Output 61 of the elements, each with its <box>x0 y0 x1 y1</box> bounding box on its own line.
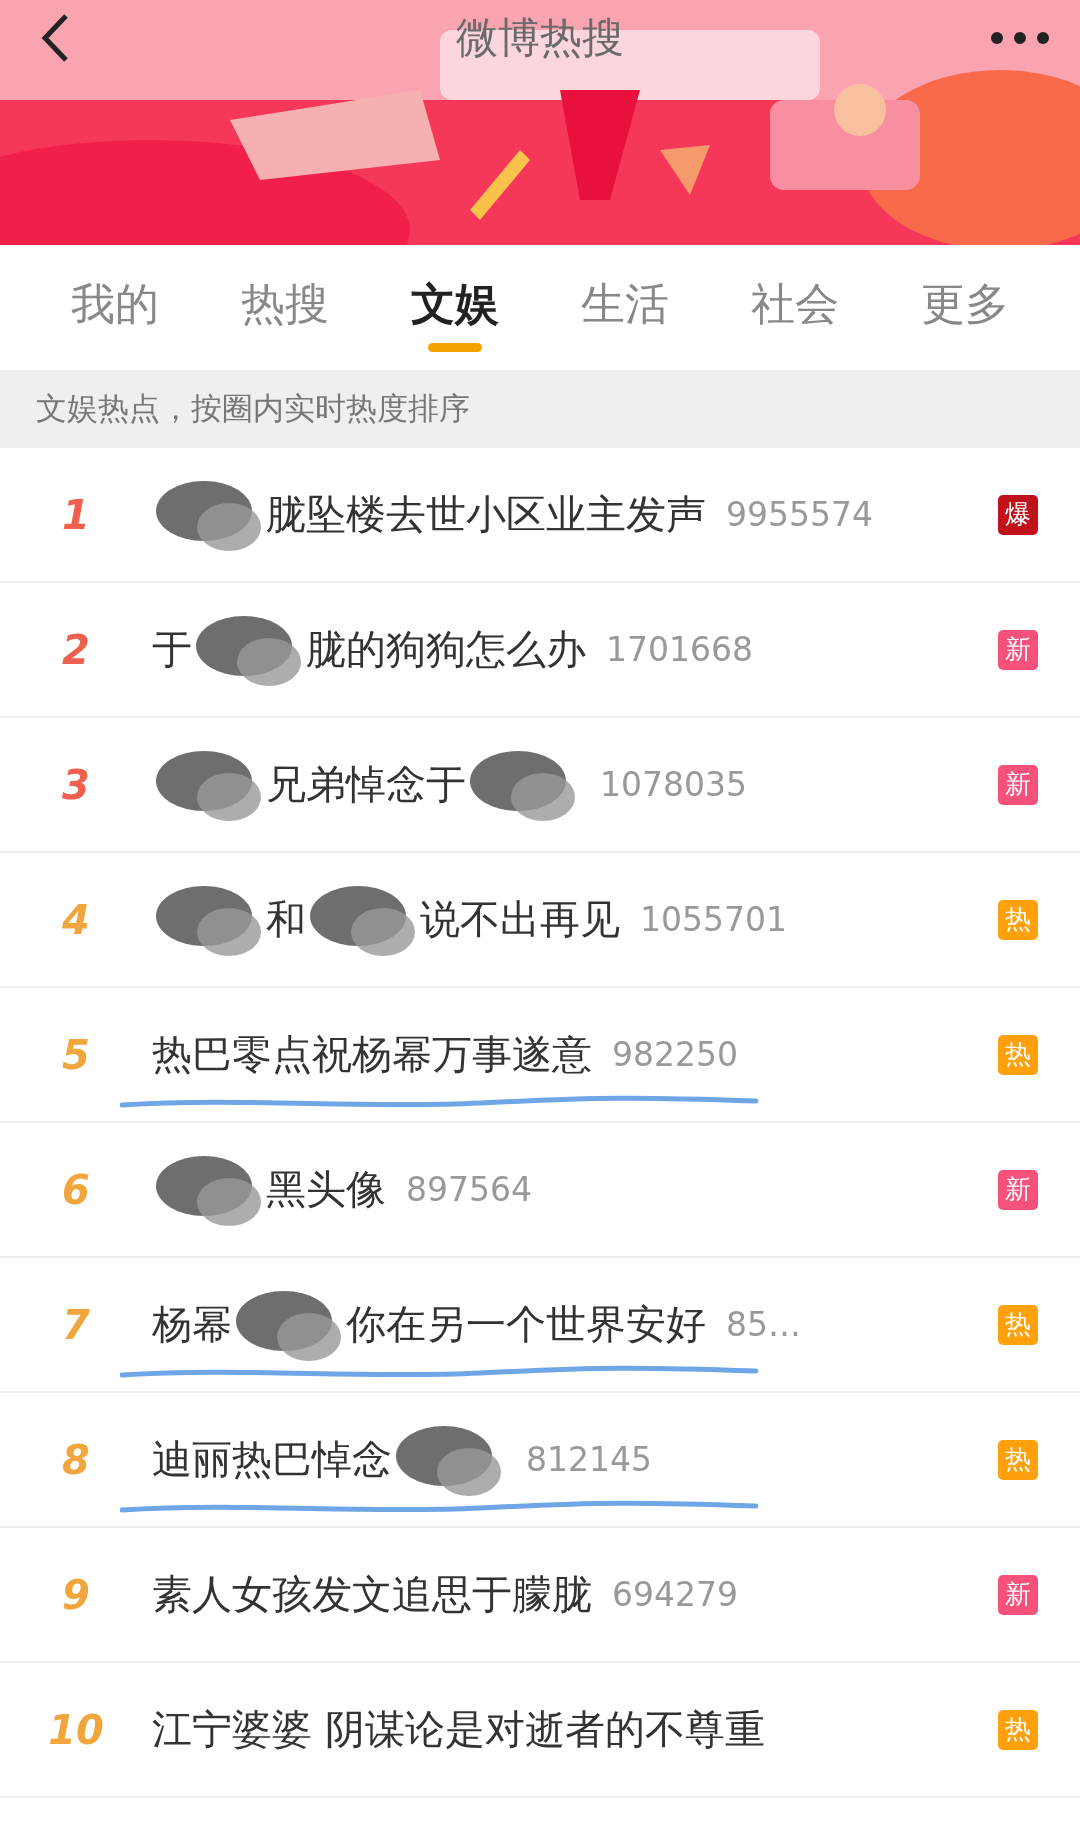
topic-title: 江宁婆婆 阴谋论是对逝者的不尊重 <box>152 1705 765 1754</box>
topic-title: 迪丽热巴悼念 <box>152 1435 392 1484</box>
trending-row[interactable]: 1 胧坠楼去世小区业主发声 9955574 爆 <box>0 448 1080 583</box>
heat-count: 1701668 <box>606 630 753 669</box>
page-title: 微博热搜 <box>456 11 624 64</box>
heat-count: 694279 <box>612 1575 738 1614</box>
notice-text: 文娱热点，按圈内实时热度排序 <box>36 389 470 428</box>
trending-row[interactable]: 6 黑头像 897564 新 <box>0 1123 1080 1258</box>
rank-number: 10 <box>47 1706 105 1753</box>
topic-title: 你在另一个世界安好 <box>346 1300 706 1349</box>
trending-row[interactable]: 8 迪丽热巴悼念 812145 热 <box>0 1393 1080 1528</box>
category-tab[interactable]: 生活 <box>571 255 679 360</box>
topic-title: 素人女孩发文追思于朦胧 <box>152 1570 592 1619</box>
rank-number: 3 <box>61 761 91 808</box>
rank-number: 7 <box>61 1301 91 1348</box>
heat-count: 897564 <box>406 1170 532 1209</box>
more-icon[interactable] <box>990 30 1050 45</box>
category-tab[interactable]: 社会 <box>741 255 849 360</box>
trending-row[interactable]: 3 兄弟悼念于 1078035 新 <box>0 718 1080 853</box>
topic-title: 热巴零点祝杨幂万事遂意 <box>152 1030 592 1079</box>
topic-badge: 热 <box>998 1439 1038 1480</box>
category-tab[interactable]: 文娱 <box>401 255 509 360</box>
rank-number: 5 <box>61 1031 91 1078</box>
topic-title: 和 <box>266 895 306 944</box>
trending-row[interactable]: 4 和 说不出再见 1055701 热 <box>0 853 1080 988</box>
topic-title: 于 <box>152 625 192 674</box>
category-tab[interactable]: 热搜 <box>231 255 339 360</box>
heat-count: 1055701 <box>640 900 787 939</box>
rank-number: 1 <box>61 491 91 538</box>
topic-badge: 爆 <box>998 494 1038 535</box>
topic-badge: 新 <box>998 1574 1038 1615</box>
topic-title: 胧坠楼去世小区业主发声 <box>266 490 706 539</box>
heat-count: 1078035 <box>600 765 747 804</box>
topic-title: 黑头像 <box>266 1165 386 1214</box>
rank-number: 9 <box>61 1571 91 1618</box>
heat-count: 85… <box>726 1305 801 1344</box>
topic-title: 杨幂 <box>152 1300 232 1349</box>
topic-badge: 热 <box>998 1709 1038 1750</box>
trending-row[interactable]: 5 热巴零点祝杨幂万事遂意 982250 热 <box>0 988 1080 1123</box>
topic-badge: 热 <box>998 899 1038 940</box>
topic-title: 胧的狗狗怎么办 <box>306 625 586 674</box>
category-tab[interactable]: 更多 <box>911 255 1019 360</box>
trending-row[interactable]: 9 素人女孩发文追思于朦胧 694279 新 <box>0 1528 1080 1663</box>
topic-title: 说不出再见 <box>420 895 620 944</box>
rank-number: 2 <box>61 626 91 673</box>
trending-row[interactable]: 10 江宁婆婆 阴谋论是对逝者的不尊重 热 <box>0 1663 1080 1798</box>
topic-badge: 新 <box>998 764 1038 805</box>
rank-number: 8 <box>61 1436 91 1483</box>
rank-number: 6 <box>61 1166 91 1213</box>
category-tab[interactable]: 我的 <box>61 255 169 360</box>
heat-count: 9955574 <box>726 495 873 534</box>
rank-number: 4 <box>61 896 91 943</box>
topic-badge: 热 <box>998 1304 1038 1345</box>
trending-row[interactable]: 2 于 胧的狗狗怎么办 1701668 新 <box>0 583 1080 718</box>
heat-count: 982250 <box>612 1035 738 1074</box>
heat-count: 812145 <box>526 1440 652 1479</box>
topic-badge: 热 <box>998 1034 1038 1075</box>
trending-row[interactable]: 7 杨幂 你在另一个世界安好 85… 热 <box>0 1258 1080 1393</box>
topic-title: 兄弟悼念于 <box>266 760 466 809</box>
topic-badge: 新 <box>998 629 1038 670</box>
topic-badge: 新 <box>998 1169 1038 1210</box>
